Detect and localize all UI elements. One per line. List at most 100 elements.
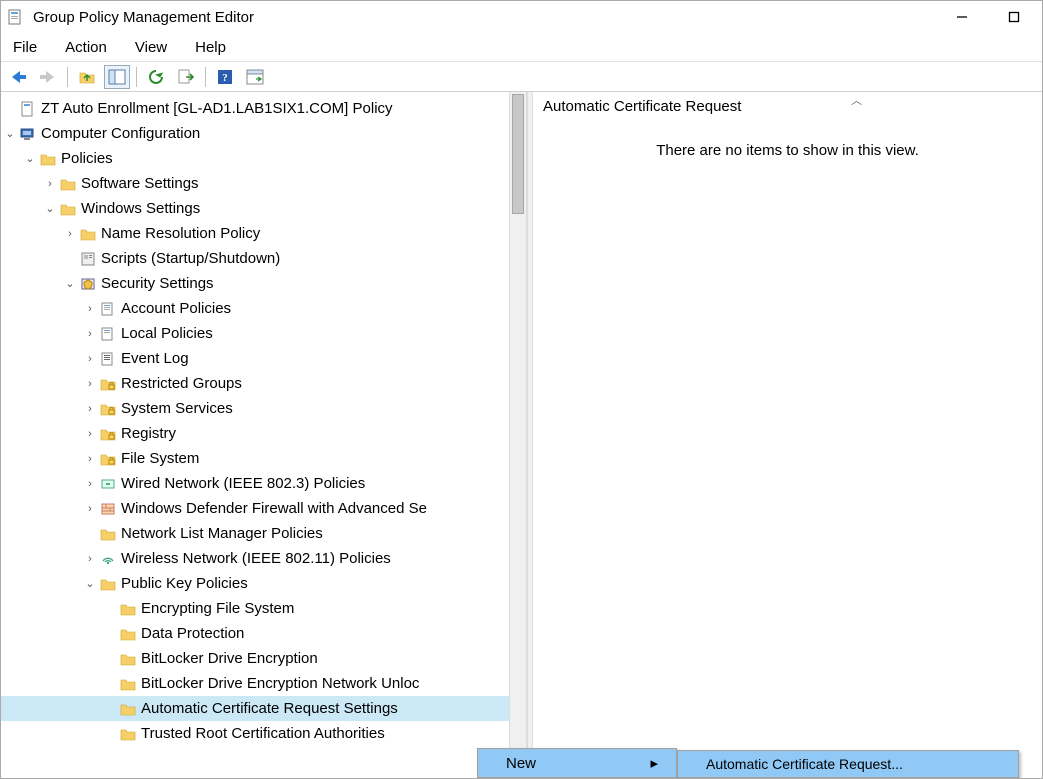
tree-registry[interactable]: › Registry (1, 421, 509, 446)
refresh-button[interactable] (143, 65, 169, 89)
expand-toggle[interactable]: › (83, 378, 97, 390)
titlebar: Group Policy Management Editor (1, 1, 1042, 33)
expand-toggle[interactable]: › (83, 328, 97, 340)
body: ZT Auto Enrollment [GL-AD1.LAB1SIX1.COM]… (1, 92, 1042, 778)
tree-vertical-scrollbar[interactable] (509, 92, 527, 778)
policy-icon (19, 100, 37, 118)
tree-restricted-groups[interactable]: › Restricted Groups (1, 371, 509, 396)
tree-label: Registry (121, 425, 176, 442)
tree-defender-firewall[interactable]: › Windows Defender Firewall with Advance… (1, 496, 509, 521)
expand-toggle[interactable]: › (83, 353, 97, 365)
folder-icon (99, 525, 117, 543)
tree-name-resolution-policy[interactable]: › Name Resolution Policy (1, 221, 509, 246)
tree-file-system[interactable]: › File System (1, 446, 509, 471)
tree-trusted-root[interactable]: Trusted Root Certification Authorities (1, 721, 509, 746)
expand-toggle[interactable]: › (83, 428, 97, 440)
context-acr[interactable]: Automatic Certificate Request... (678, 751, 1018, 777)
folder-icon (119, 725, 137, 743)
tree-acr-settings[interactable]: Automatic Certificate Request Settings (1, 696, 509, 721)
collapse-toggle[interactable]: ⌄ (23, 152, 37, 165)
expand-toggle[interactable]: › (83, 553, 97, 565)
menu-action[interactable]: Action (61, 37, 111, 58)
expand-toggle[interactable]: › (83, 403, 97, 415)
properties-button[interactable] (242, 65, 268, 89)
collapse-toggle[interactable]: ⌄ (83, 577, 97, 590)
submenu-arrow-icon: ▸ (650, 754, 658, 772)
tree-label: Data Protection (141, 625, 244, 642)
menu-view[interactable]: View (131, 37, 171, 58)
tree-local-policies[interactable]: › Local Policies (1, 321, 509, 346)
menu-file[interactable]: File (9, 37, 41, 58)
expand-toggle[interactable]: › (83, 503, 97, 515)
expand-toggle[interactable]: › (83, 478, 97, 490)
up-button[interactable] (74, 65, 100, 89)
tree-label: Account Policies (121, 300, 231, 317)
computer-icon (19, 125, 37, 143)
empty-message: There are no items to show in this view. (656, 142, 919, 159)
toolbar: ? (1, 62, 1042, 92)
tree-policies[interactable]: ⌄ Policies (1, 146, 509, 171)
collapse-toggle[interactable]: ⌄ (43, 202, 57, 215)
tree-wireless-network[interactable]: › Wireless Network (IEEE 802.11) Policie… (1, 546, 509, 571)
app-icon (7, 8, 25, 26)
tree-system-services[interactable]: › System Services (1, 396, 509, 421)
tree-label: BitLocker Drive Encryption (141, 650, 318, 667)
content-body: There are no items to show in this view. (533, 122, 1042, 778)
window-controls (948, 6, 1036, 28)
folder-icon (119, 675, 137, 693)
tree-scripts[interactable]: Scripts (Startup/Shutdown) (1, 246, 509, 271)
folder-lock-icon (99, 400, 117, 418)
tree-label: Local Policies (121, 325, 213, 342)
menu-help[interactable]: Help (191, 37, 230, 58)
export-button[interactable] (173, 65, 199, 89)
tree-software-settings[interactable]: › Software Settings (1, 171, 509, 196)
tree-label: Automatic Certificate Request Settings (141, 700, 398, 717)
expand-toggle[interactable]: › (83, 303, 97, 315)
event-log-icon (99, 350, 117, 368)
tree-label: Event Log (121, 350, 189, 367)
tree-root[interactable]: ZT Auto Enrollment [GL-AD1.LAB1SIX1.COM]… (1, 96, 509, 121)
tree-security-settings[interactable]: ⌄ Security Settings (1, 271, 509, 296)
context-submenu: Automatic Certificate Request... (677, 750, 1019, 778)
expand-toggle[interactable]: › (83, 453, 97, 465)
forward-button[interactable] (35, 65, 61, 89)
collapse-toggle[interactable]: ⌄ (3, 127, 17, 140)
context-new-label: New (506, 755, 536, 772)
policy-list-icon (99, 300, 117, 318)
chevron-up-icon[interactable]: ︿ (851, 92, 862, 108)
collapse-toggle[interactable]: ⌄ (63, 277, 77, 290)
show-hide-tree-button[interactable] (104, 65, 130, 89)
tree-label: Encrypting File System (141, 600, 294, 617)
tree-public-key-policies[interactable]: ⌄ Public Key Policies (1, 571, 509, 596)
menubar: File Action View Help (1, 33, 1042, 61)
tree-label: Wired Network (IEEE 802.3) Policies (121, 475, 365, 492)
expand-toggle[interactable]: › (43, 178, 57, 190)
tree-data-protection[interactable]: Data Protection (1, 621, 509, 646)
scrollbar-thumb[interactable] (512, 94, 524, 214)
context-new[interactable]: New ▸ (478, 749, 676, 777)
folder-lock-icon (99, 425, 117, 443)
tree-computer-configuration[interactable]: ⌄ Computer Configuration (1, 121, 509, 146)
tree-wired-network[interactable]: › Wired Network (IEEE 802.3) Policies (1, 471, 509, 496)
expand-toggle[interactable]: › (63, 228, 77, 240)
tree-bitlocker[interactable]: BitLocker Drive Encryption (1, 646, 509, 671)
content-title: Automatic Certificate Request (543, 98, 741, 115)
help-button[interactable]: ? (212, 65, 238, 89)
back-button[interactable] (5, 65, 31, 89)
tree-efs[interactable]: Encrypting File System (1, 596, 509, 621)
tree-network-list-manager[interactable]: Network List Manager Policies (1, 521, 509, 546)
scripts-icon (79, 250, 97, 268)
tree-scroll[interactable]: ZT Auto Enrollment [GL-AD1.LAB1SIX1.COM]… (1, 92, 509, 778)
tree-label: BitLocker Drive Encryption Network Unloc (141, 675, 419, 692)
tree-account-policies[interactable]: › Account Policies (1, 296, 509, 321)
tree-windows-settings[interactable]: ⌄ Windows Settings (1, 196, 509, 221)
minimize-button[interactable] (948, 6, 976, 28)
window-title: Group Policy Management Editor (33, 9, 948, 26)
tree-label: Restricted Groups (121, 375, 242, 392)
svg-text:?: ? (222, 72, 228, 84)
tree-event-log[interactable]: › Event Log (1, 346, 509, 371)
tree-bitlocker-network-unlock[interactable]: BitLocker Drive Encryption Network Unloc (1, 671, 509, 696)
maximize-button[interactable] (1000, 6, 1028, 28)
folder-icon (119, 625, 137, 643)
security-icon (79, 275, 97, 293)
